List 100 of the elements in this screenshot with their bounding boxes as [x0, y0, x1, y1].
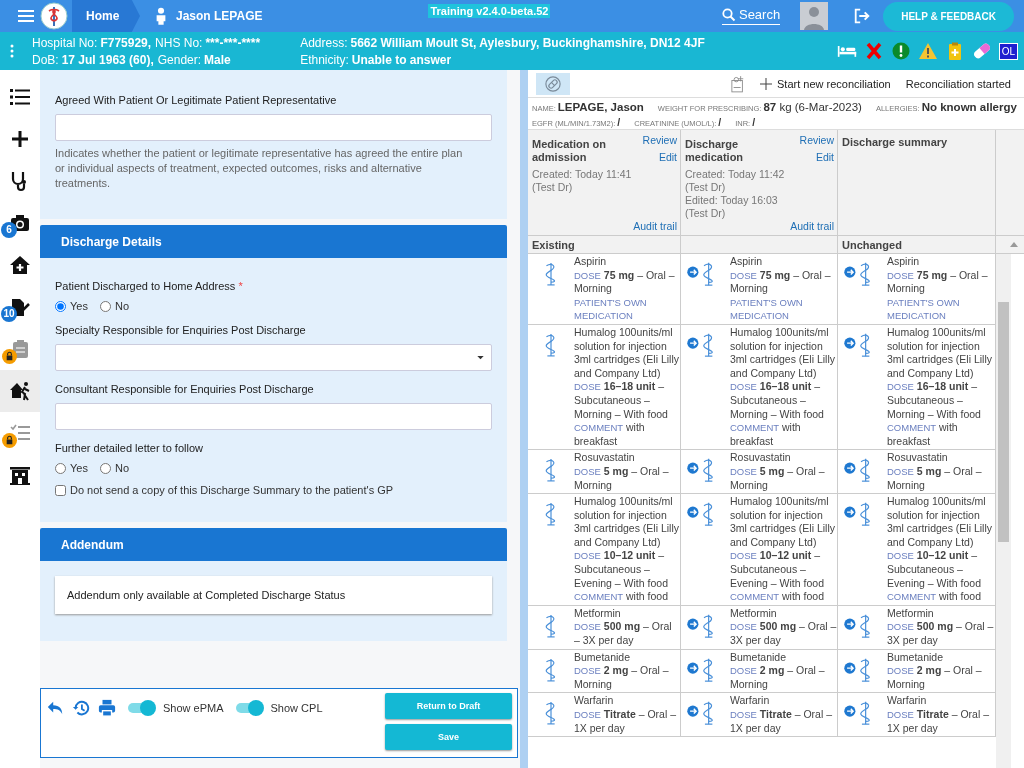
- banner-label: Address:: [300, 35, 348, 50]
- radio-button[interactable]: [55, 300, 66, 312]
- banner-value: Male: [204, 52, 231, 67]
- medication-tab-button[interactable]: [536, 72, 570, 95]
- logout-icon[interactable]: [853, 7, 872, 25]
- column-title: Discharge medication: [685, 138, 745, 164]
- toggle-switch[interactable]: [128, 703, 155, 713]
- home-breadcrumb[interactable]: Home: [72, 0, 140, 32]
- select-field[interactable]: [55, 344, 492, 371]
- scrollbar[interactable]: [996, 254, 1011, 768]
- column-link[interactable]: Review: [642, 134, 677, 146]
- field-label: Patient Discharged to Home Address: [55, 280, 236, 292]
- dose-text: DOSE 500 mg – Oral – 3X per day: [887, 620, 995, 648]
- banner-value: 17 Jul 1963 (60),: [61, 52, 154, 67]
- banner-value: Unable to answer: [351, 52, 452, 67]
- sidebar-item[interactable]: [0, 370, 40, 412]
- warning-icon[interactable]: [917, 42, 938, 60]
- medication-name: Metformin: [574, 606, 622, 621]
- column-title: Medication on admission: [532, 138, 607, 164]
- plus-icon: [760, 77, 772, 90]
- dose-text: DOSE 2 mg – Oral – Morning: [574, 664, 670, 692]
- dose-text: DOSE 2 mg – Oral – Morning: [730, 664, 826, 692]
- count-badge: 6: [1, 222, 17, 238]
- column-link[interactable]: Edit: [815, 151, 834, 163]
- column-link[interactable]: Review: [799, 134, 834, 146]
- banner-label: Hospital No:: [32, 35, 98, 50]
- radio-label: No: [114, 462, 129, 474]
- field-hint: Indicates whether the patient or legitimate representative has agreed the entire plan or individual aspects of treatment, expected outcomes, risks and alternative treatments.: [55, 146, 464, 191]
- avatar-icon[interactable]: [800, 2, 829, 30]
- medication-name: Warfarin: [574, 694, 615, 708]
- pill-icon: [545, 75, 561, 92]
- text-input[interactable]: [55, 403, 492, 430]
- checkbox[interactable]: [55, 484, 66, 496]
- medication-note: COMMENT with food: [730, 590, 826, 604]
- info-value: 87 kg (6-Mar-2023): [763, 100, 862, 114]
- column-meta: Edited: Today 16:03: [685, 194, 779, 207]
- info-value: /: [718, 116, 722, 129]
- banner-label: DoB:: [32, 52, 59, 67]
- dose-text: DOSE Titrate – Oral – 1X per day: [730, 708, 834, 736]
- search-icon: [721, 7, 736, 22]
- dose-text: DOSE 75 mg – Oral – Morning: [574, 268, 676, 296]
- required-mark: *: [238, 280, 243, 292]
- dose-text: DOSE 75 mg – Oral – Morning: [730, 268, 832, 296]
- toggle-label: Show CPL: [270, 702, 323, 714]
- dose-text: DOSE Titrate – Oral – 1X per day: [887, 708, 991, 736]
- dose-text: DOSE 5 mg – Oral – Morning: [574, 464, 670, 493]
- medication-name: Humalog 100units/ml solution for injection 3ml cartridges (Eli Lilly and Company Ltd): [574, 495, 680, 550]
- dose-text: DOSE 500 mg – Oral – 3X per day: [574, 620, 673, 648]
- medication-note: COMMENT with food: [574, 590, 670, 604]
- banner-value: ***-***-****: [205, 35, 261, 50]
- dose-text: DOSE 5 mg – Oral – Morning: [887, 464, 983, 493]
- menu-icon[interactable]: [17, 7, 35, 25]
- medication-name: Warfarin: [887, 694, 928, 708]
- alert-badge[interactable]: OL: [998, 42, 1018, 60]
- toggle-label: Show ePMA: [163, 702, 224, 714]
- radio-button[interactable]: [55, 462, 66, 474]
- print-icon[interactable]: [98, 699, 116, 717]
- history-icon[interactable]: [72, 699, 90, 717]
- toggle-switch[interactable]: [235, 703, 263, 713]
- audit-trail-link[interactable]: Audit trail: [790, 220, 834, 232]
- sidebar-item[interactable]: 10: [0, 286, 40, 328]
- count-badge: 10: [1, 306, 17, 322]
- radio-button[interactable]: [99, 300, 111, 312]
- medication-name: Rosuvastatin: [887, 451, 949, 465]
- alert-icon[interactable]: [890, 42, 911, 60]
- info-value: LEPAGE, Jason: [557, 100, 644, 114]
- sidebar-item[interactable]: 6: [0, 202, 40, 244]
- column-link[interactable]: Edit: [658, 151, 677, 163]
- report-icon[interactable]: [731, 74, 745, 93]
- banner-value: 5662 William Moult St, Aylesbury, Buckinghamshire, DN12 4JF: [350, 35, 705, 50]
- search-link[interactable]: Search: [721, 7, 781, 25]
- radio-button[interactable]: [99, 462, 111, 474]
- medication-name: Warfarin: [730, 694, 771, 708]
- column-status: Existing: [532, 239, 575, 251]
- info-value: /: [752, 116, 756, 129]
- medication-note: PATIENT'S OWN MEDICATION: [887, 295, 961, 323]
- medication-name: Bumetanide: [730, 650, 788, 665]
- medication-note: COMMENT with breakfast: [887, 421, 959, 449]
- start-reconciliation-link[interactable]: Start new reconciliation: [760, 77, 891, 90]
- field-label: Agreed With Patient Or Legitimate Patient Representative: [55, 94, 338, 106]
- field-label: Further detailed letter to follow: [55, 442, 203, 454]
- medication-name: Humalog 100units/ml solution for injection 3ml cartridges (Eli Lilly and Company Ltd): [730, 495, 837, 550]
- scroll-up-icon[interactable]: [1010, 242, 1018, 247]
- medication-name: Aspirin: [730, 255, 764, 269]
- section-title: Discharge Details: [61, 234, 162, 249]
- audit-trail-link[interactable]: Audit trail: [633, 220, 677, 232]
- more-icon[interactable]: [10, 44, 14, 58]
- dose-text: DOSE 500 mg – Oral – 3X per day: [730, 620, 837, 648]
- medication-note: COMMENT with breakfast: [730, 421, 802, 449]
- person-icon: [154, 6, 168, 26]
- medication-name: Humalog 100units/ml solution for injection 3ml cartridges (Eli Lilly and Company Ltd): [574, 325, 680, 381]
- banner-label: Ethnicity:: [300, 52, 349, 67]
- medication-note: COMMENT with breakfast: [574, 421, 646, 449]
- lock-icon: [2, 433, 17, 448]
- text-input[interactable]: [55, 114, 492, 141]
- column-meta: (Test Dr): [685, 207, 727, 220]
- column-status: Unchanged: [842, 239, 902, 251]
- banner-label: Gender:: [157, 52, 202, 67]
- field-label: Specialty Responsible for Enquiries Post Discharge: [55, 324, 307, 336]
- medication-note: COMMENT with food: [887, 590, 983, 604]
